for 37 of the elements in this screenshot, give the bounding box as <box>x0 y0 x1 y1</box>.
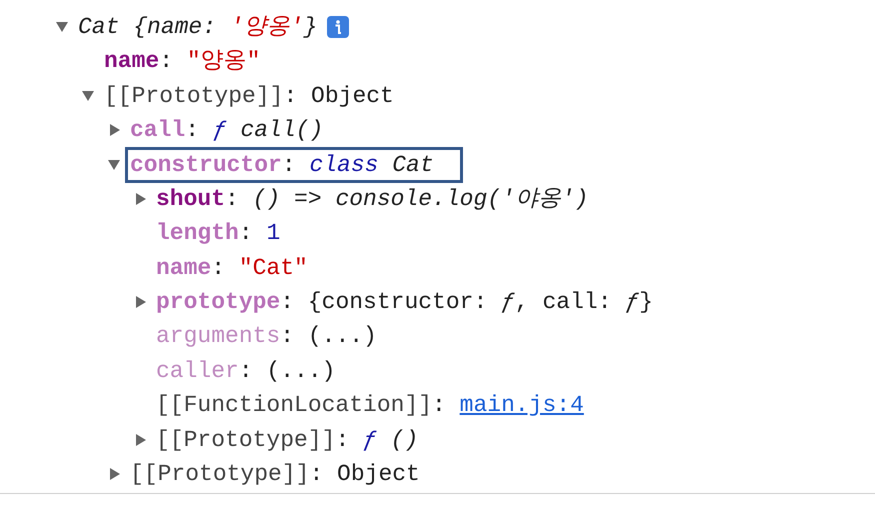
expand-arrow-icon[interactable] <box>110 468 120 480</box>
object-preview: Cat {name: '양옹'} <box>78 12 318 42</box>
property-key: prototype <box>156 285 280 320</box>
info-icon[interactable] <box>327 16 350 38</box>
property-value: : "Cat" <box>211 254 308 283</box>
expand-arrow-icon[interactable] <box>136 434 146 446</box>
property-value: : class Cat <box>282 150 434 180</box>
property-value: : Object <box>309 460 420 490</box>
expand-arrow-icon[interactable] <box>136 296 146 308</box>
source-link[interactable]: main.js:4 <box>460 388 584 423</box>
internal-property-key: [[Prototype]] <box>130 457 310 492</box>
expand-arrow-icon[interactable] <box>136 193 146 206</box>
property-key: length <box>156 216 239 251</box>
property-value: : ƒ () <box>335 426 418 455</box>
property-value: : ƒ call() <box>185 116 324 146</box>
property-value: : (...) <box>238 356 336 386</box>
property-key: constructor <box>130 148 282 182</box>
property-key: name <box>104 44 160 79</box>
internal-property-key: [[FunctionLocation]] <box>156 388 432 423</box>
property-key: shout <box>156 182 226 216</box>
property-key: name <box>156 250 212 286</box>
property-value: : {constructor: ƒ, call: ƒ} <box>280 288 653 318</box>
property-value: : () => console.log('야옹') <box>225 184 588 214</box>
collapse-arrow-icon[interactable] <box>108 160 120 170</box>
property-value: : 1 <box>238 219 280 248</box>
collapse-arrow-icon[interactable] <box>56 22 68 32</box>
property-key: caller <box>156 354 239 388</box>
expand-arrow-icon[interactable] <box>110 124 120 136</box>
collapse-arrow-icon[interactable] <box>82 90 94 101</box>
property-key: arguments <box>156 319 280 354</box>
internal-property-key: [[Prototype]] <box>156 422 336 458</box>
property-value: : "양옹" <box>159 47 260 76</box>
property-value: : (...) <box>280 322 377 352</box>
internal-property-key: [[Prototype]] <box>104 78 284 114</box>
property-key: call <box>130 113 186 148</box>
property-value: : Object <box>283 82 394 111</box>
property-value: : <box>432 391 447 420</box>
